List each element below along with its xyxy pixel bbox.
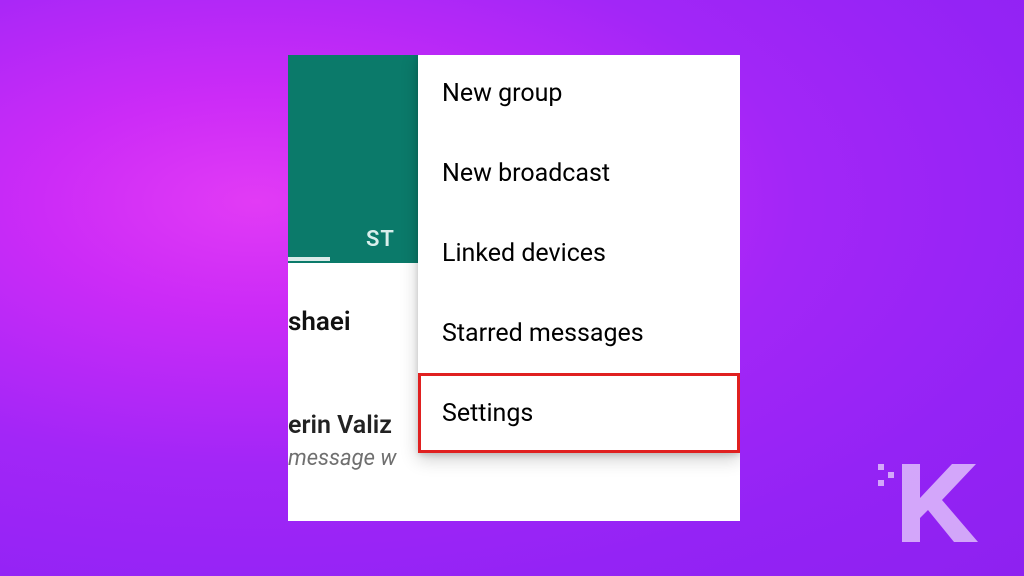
tab-row: ST [288,215,395,263]
menu-item-settings[interactable]: Settings [418,373,740,453]
menu-item-linked-devices[interactable]: Linked devices [418,213,740,293]
whatsapp-crop: ST shaei erin Valiz message w New group … [288,55,740,521]
menu-item-new-broadcast[interactable]: New broadcast [418,133,740,213]
overflow-menu: New group New broadcast Linked devices S… [418,55,740,453]
watermark-logo [874,446,994,546]
menu-item-new-group[interactable]: New group [418,55,740,133]
tab-underline [288,257,330,261]
tab-status-label[interactable]: ST [288,227,395,252]
menu-item-starred-messages[interactable]: Starred messages [418,293,740,373]
